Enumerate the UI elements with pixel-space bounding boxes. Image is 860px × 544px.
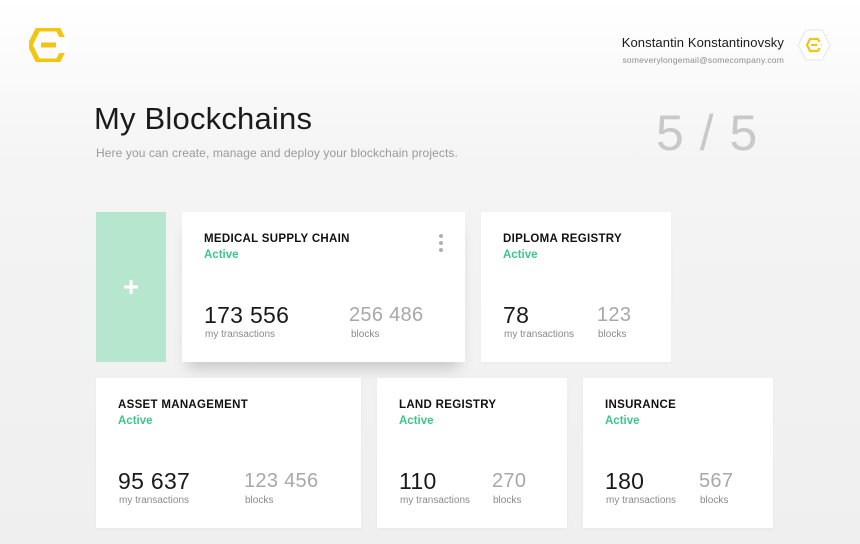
- transactions-label: my transactions: [504, 329, 575, 340]
- card-title: ASSET MANAGEMENT: [118, 399, 249, 411]
- blockchain-card-land-registry[interactable]: LAND REGISTRY Active 110 my transactions…: [377, 378, 567, 528]
- avatar[interactable]: [797, 28, 831, 62]
- blockchain-card-medical-supply-chain[interactable]: MEDICAL SUPPLY CHAIN Active 173 556 my t…: [182, 212, 465, 362]
- more-vertical-icon[interactable]: [438, 234, 444, 252]
- blocks-label: blocks: [245, 495, 274, 506]
- transactions-value: 78: [503, 302, 530, 328]
- transactions-label: my transactions: [606, 495, 677, 506]
- status-badge: Active: [399, 415, 434, 427]
- blocks-value: 123 456: [244, 470, 319, 492]
- page-title: My Blockchains: [94, 101, 313, 136]
- blocks-label: blocks: [493, 495, 522, 506]
- user-email: someverylongemail@somecompany.com: [622, 55, 784, 65]
- avatar-logo-icon: [797, 29, 831, 61]
- blocks-label: blocks: [351, 329, 380, 340]
- blocks-value: 270: [492, 470, 527, 492]
- transactions-value: 173 556: [204, 302, 290, 328]
- card-title: INSURANCE: [605, 399, 677, 411]
- blocks-label: blocks: [598, 329, 627, 340]
- blocks-value: 567: [699, 470, 734, 492]
- transactions-value: 180: [605, 468, 645, 494]
- status-badge: Active: [605, 415, 640, 427]
- card-title: MEDICAL SUPPLY CHAIN: [204, 233, 350, 245]
- user-info[interactable]: Konstantin Konstantinovsky someverylonge…: [622, 35, 784, 65]
- plus-icon: +: [122, 271, 140, 302]
- add-blockchain-button[interactable]: +: [96, 212, 166, 362]
- blocks-value: 123: [597, 304, 632, 326]
- transactions-value: 95 637: [118, 468, 191, 494]
- blockchain-card-insurance[interactable]: INSURANCE Active 180 my transactions 567…: [583, 378, 773, 528]
- status-badge: Active: [204, 249, 239, 261]
- transactions-label: my transactions: [205, 329, 276, 340]
- blocks-value: 256 486: [349, 304, 424, 326]
- transactions-value: 110: [399, 468, 437, 494]
- transactions-label: my transactions: [119, 495, 190, 506]
- blockchain-counter: 5 / 5: [656, 105, 759, 161]
- card-title: DIPLOMA REGISTRY: [503, 233, 622, 245]
- status-badge: Active: [503, 249, 538, 261]
- page-subtitle: Here you can create, manage and deploy y…: [96, 146, 458, 160]
- blockchain-card-diploma-registry[interactable]: DIPLOMA REGISTRY Active 78 my transactio…: [481, 212, 671, 362]
- blockchain-card-asset-management[interactable]: ASSET MANAGEMENT Active 95 637 my transa…: [96, 378, 361, 528]
- card-title: LAND REGISTRY: [399, 399, 497, 411]
- app-logo-icon[interactable]: [27, 26, 69, 64]
- transactions-label: my transactions: [400, 495, 471, 506]
- blocks-label: blocks: [700, 495, 729, 506]
- user-name: Konstantin Konstantinovsky: [621, 35, 784, 50]
- status-badge: Active: [118, 415, 153, 427]
